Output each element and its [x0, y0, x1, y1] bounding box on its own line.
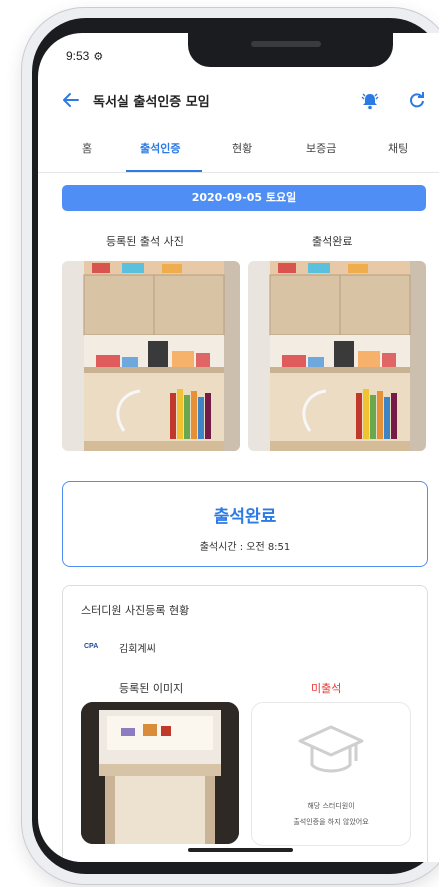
registered-image-label: 등록된 이미지	[119, 682, 184, 695]
attendance-time: 출석시간 : 오전 8:51	[199, 542, 291, 553]
gear-icon: ⚙	[93, 51, 104, 63]
app-header: 독서실 출석인증 모임	[38, 83, 439, 117]
completed-photo-label: 출석완료	[312, 235, 353, 248]
absent-message-line-2: 출석인증을 하지 않았어요	[293, 818, 369, 826]
refresh-icon[interactable]	[408, 91, 426, 109]
active-tab-indicator	[126, 170, 202, 172]
tab-chat[interactable]: 채팅	[388, 140, 408, 156]
member-name: 김회계씨	[119, 644, 156, 655]
attendance-complete-title: 출석완료	[213, 507, 277, 527]
phone-notch	[188, 33, 393, 67]
svg-text:CPA: CPA	[84, 643, 98, 650]
bell-icon[interactable]	[360, 91, 380, 111]
member-logo-icon: CPA	[83, 639, 111, 651]
page-title: 독서실 출석인증 모임	[93, 95, 210, 110]
back-arrow-icon[interactable]	[62, 91, 80, 109]
completed-photo[interactable]	[248, 261, 426, 451]
member-status-card: 스터디원 사진등록 현황 CPA 김회계씨 등록된 이미지 미출석 해당 스터디…	[62, 585, 428, 862]
member-status-title: 스터디원 사진등록 현황	[81, 604, 190, 617]
registered-photo-label: 등록된 출석 사진	[106, 235, 184, 248]
tab-status[interactable]: 현황	[232, 140, 252, 156]
status-bar: 9:53 ⚙	[66, 49, 103, 63]
attendance-complete-card: 출석완료 출석시간 : 오전 8:51	[62, 481, 428, 567]
tab-bar: 홈 출석인증 현황 보증금 채팅	[38, 128, 439, 173]
tab-home[interactable]: 홈	[82, 140, 92, 156]
registered-image[interactable]	[81, 702, 239, 844]
absent-placeholder: 해당 스터디원이 출석인증을 하지 않았어요	[251, 702, 411, 846]
graduation-cap-icon	[298, 725, 364, 773]
tab-deposit[interactable]: 보증금	[306, 140, 336, 156]
date-banner: 2020-09-05 토요일	[62, 185, 426, 211]
speaker-grille	[251, 41, 321, 47]
status-time: 9:53	[66, 49, 90, 63]
home-indicator[interactable]	[188, 848, 293, 852]
app-screen: 9:53 ⚙ 독서실 출석인증 모임 홈 출석인증 현황 보증금 채팅 2020-…	[38, 33, 439, 862]
absent-label: 미출석	[311, 682, 342, 695]
absent-message-line-1: 해당 스터디원이	[307, 802, 355, 810]
registered-photo[interactable]	[62, 261, 240, 451]
tab-attendance[interactable]: 출석인증	[140, 140, 180, 156]
